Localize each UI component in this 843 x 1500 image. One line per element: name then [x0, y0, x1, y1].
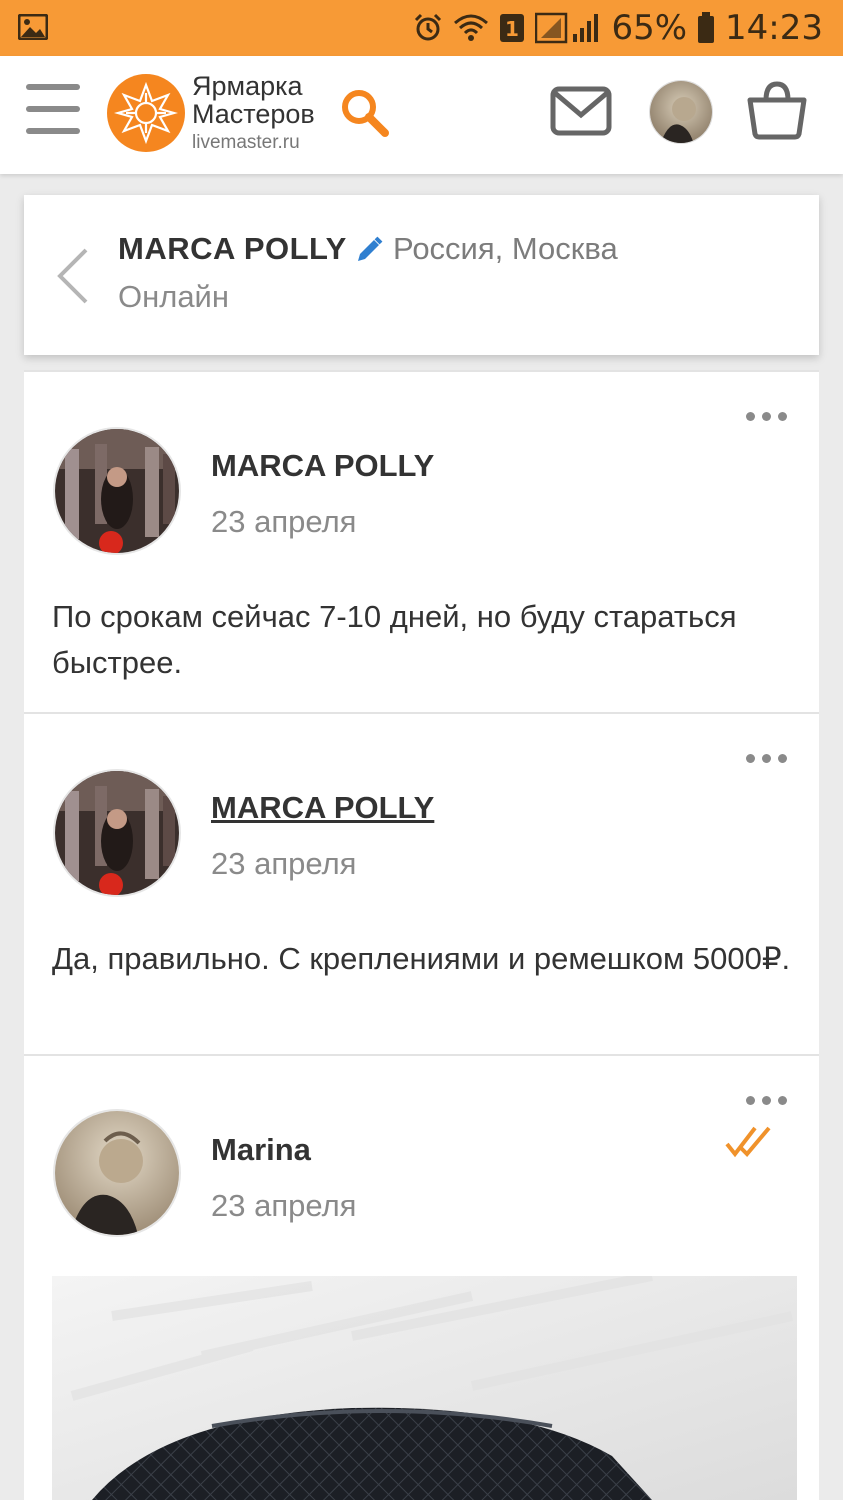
attached-photo[interactable]	[52, 1276, 797, 1500]
clock: 14:23	[725, 8, 823, 48]
menu-icon[interactable]	[26, 84, 80, 136]
alarm-icon	[413, 13, 443, 43]
contact-status: Онлайн	[118, 279, 229, 314]
avatar[interactable]	[53, 427, 181, 555]
search-icon[interactable]	[338, 86, 392, 145]
wifi-icon	[453, 13, 489, 43]
battery-icon	[697, 12, 715, 44]
pencil-icon	[354, 235, 384, 270]
more-options-icon[interactable]	[746, 754, 787, 763]
contact-name[interactable]: MARCA POLLY	[118, 231, 347, 267]
app-header: Ярмарка Мастеров livemaster.ru	[0, 56, 843, 174]
message-date: 23 апреля	[211, 1188, 357, 1223]
sim-icon: 1	[499, 13, 525, 43]
signal-icon	[535, 12, 601, 44]
read-receipt-icon	[725, 1124, 777, 1163]
message-card: Marina 23 апреля	[24, 1054, 819, 1500]
logo-domain: livemaster.ru	[192, 131, 300, 153]
gallery-icon	[17, 13, 49, 45]
avatar[interactable]	[53, 769, 181, 897]
message-author[interactable]: MARCA POLLY	[211, 448, 434, 484]
message-text: Да, правильно. С креплениями и ремешком …	[52, 941, 791, 976]
chat-header: MARCA POLLY Россия, Москва Онлайн	[24, 195, 819, 355]
logo-line-2: Мастеров	[192, 99, 315, 130]
message-card: MARCA POLLY 23 апреля По срокам сейчас 7…	[24, 370, 819, 712]
message-author[interactable]: Marina	[211, 1132, 311, 1168]
cart-icon[interactable]	[746, 80, 808, 145]
message-author-link[interactable]: MARCA POLLY	[211, 790, 434, 826]
mail-icon[interactable]	[550, 84, 612, 143]
avatar[interactable]	[53, 1109, 181, 1237]
livemaster-logo-icon[interactable]	[106, 73, 186, 153]
contact-location: Россия, Москва	[393, 231, 618, 266]
message-date: 23 апреля	[211, 846, 357, 881]
more-options-icon[interactable]	[746, 412, 787, 421]
message-text: По срокам сейчас 7-10 дней, но буду стар…	[52, 599, 737, 680]
svg-text:1: 1	[505, 17, 519, 41]
user-avatar[interactable]	[649, 80, 713, 144]
status-bar: 1 65% 14:23	[0, 0, 843, 56]
more-options-icon[interactable]	[746, 1096, 787, 1105]
logo-text[interactable]: Ярмарка Мастеров livemaster.ru	[192, 72, 315, 153]
back-arrow-icon[interactable]	[54, 247, 90, 310]
message-date: 23 апреля	[211, 504, 357, 539]
battery-percent: 65%	[611, 8, 688, 48]
logo-line-1: Ярмарка	[192, 71, 303, 101]
message-card: MARCA POLLY 23 апреля Да, правильно. С к…	[24, 712, 819, 1054]
